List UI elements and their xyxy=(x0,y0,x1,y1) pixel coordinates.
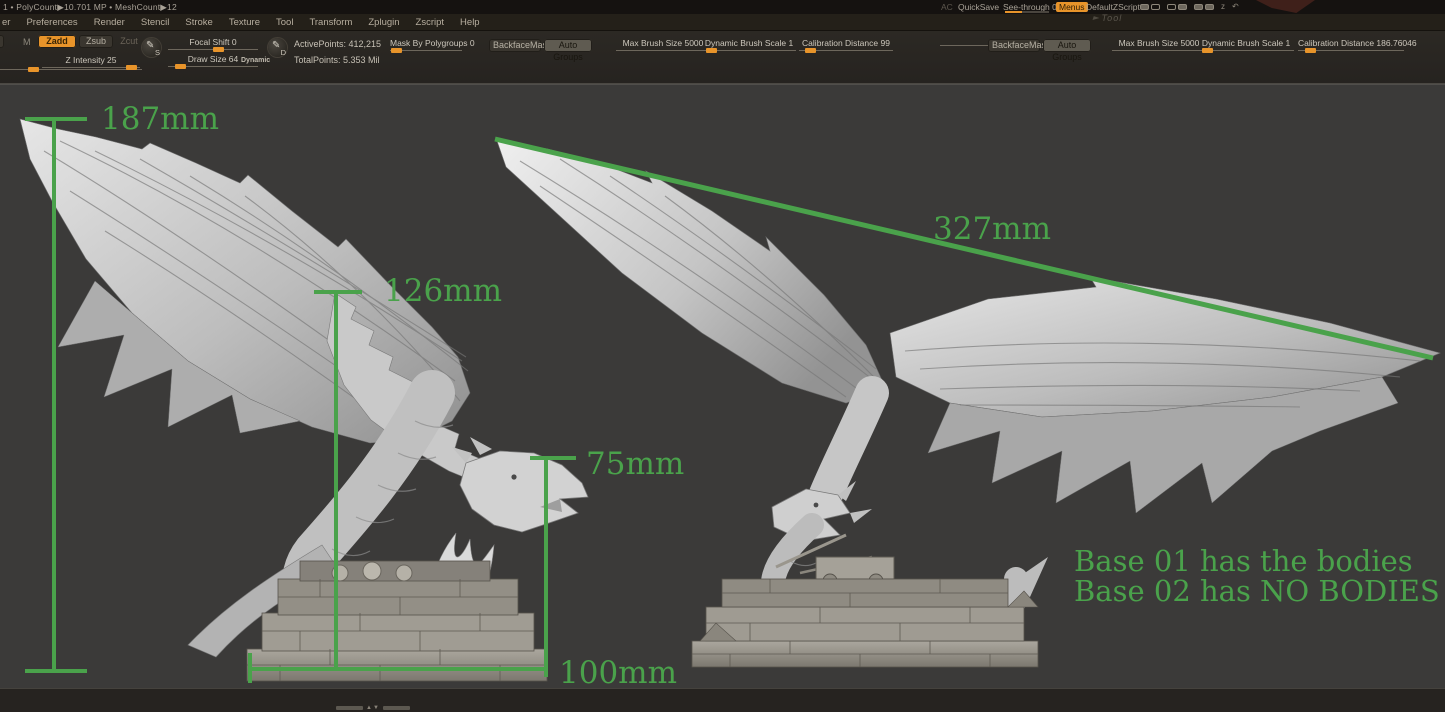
menu-item-render[interactable]: Render xyxy=(86,17,133,28)
right-model-left-wing xyxy=(497,141,886,403)
tray-bar-left[interactable] xyxy=(336,706,363,710)
menu-item-help[interactable]: Help xyxy=(452,17,488,28)
calibration-distance-slider-2[interactable]: Calibration Distance 186.76046 xyxy=(1298,38,1404,51)
left-model-base xyxy=(247,561,547,681)
zbrush-window: 1 • PolyCount▶10.701 MP • MeshCount▶12 A… xyxy=(0,0,1445,712)
zadd-button[interactable]: Zadd xyxy=(38,35,76,48)
z-shortcut-icon[interactable]: z xyxy=(1221,2,1225,11)
max-brush-size-slider-1[interactable]: Max Brush Size 5000 xyxy=(616,38,710,51)
note-line-1: Base 01 has the bodies xyxy=(1074,544,1413,578)
viewport-svg: 187mm 126mm 75mm 327mm 100mm Base 01 has… xyxy=(0,85,1445,689)
clipped-edge-button[interactable] xyxy=(0,35,4,48)
total-points-readout: TotalPoints: 5.353 Mil xyxy=(294,55,380,65)
m-mode-label[interactable]: M xyxy=(23,37,31,47)
auto-groups-button-1[interactable]: Auto Groups xyxy=(544,39,592,52)
backface-mask-button-1[interactable]: BackfaceMask xyxy=(489,39,541,52)
quicksave-button[interactable]: QuickSave xyxy=(958,2,999,12)
dimension-75-label: 75mm xyxy=(586,446,684,482)
ac-label: AC xyxy=(941,2,953,12)
tray-bar-right[interactable] xyxy=(383,706,410,710)
auto-groups-button-2[interactable]: Auto Groups xyxy=(1043,39,1091,52)
dimension-187-label: 187mm xyxy=(101,101,219,137)
right-model-neck xyxy=(824,393,872,499)
undo-icon[interactable]: ↶ xyxy=(1232,2,1239,11)
copy-doc-icon[interactable] xyxy=(1194,4,1214,10)
divider-left-icon[interactable] xyxy=(1140,4,1160,10)
dynamic-brush-scale-slider-2[interactable]: Dynamic Brush Scale 1 xyxy=(1198,38,1294,51)
max-brush-size-slider-2[interactable]: Max Brush Size 5000 xyxy=(1112,38,1206,51)
focal-shift-slider[interactable]: Focal Shift 0 xyxy=(168,37,258,50)
cursor-arrow-icon xyxy=(1093,16,1100,22)
overlapping-cursor-artifact xyxy=(1243,0,1315,13)
viewport-canvas[interactable]: 187mm 126mm 75mm 327mm 100mm Base 01 has… xyxy=(0,84,1445,688)
dimension-126-label: 126mm xyxy=(384,273,502,309)
rgb-intensity-track[interactable] xyxy=(0,69,142,70)
bottom-tray-bar: ▲▼ xyxy=(0,688,1445,712)
note-line-2: Base 02 has NO BODIES xyxy=(1074,574,1440,608)
menu-item-texture[interactable]: Texture xyxy=(221,17,268,28)
menu-item-stroke[interactable]: Stroke xyxy=(177,17,220,28)
menu-item-transform[interactable]: Transform xyxy=(301,17,360,28)
dynamic-brush-scale-slider-1[interactable]: Dynamic Brush Scale 1 xyxy=(702,38,796,51)
menu-bar: er Preferences Render Stencil Stroke Tex… xyxy=(0,14,1445,31)
active-points-readout: ActivePoints: 412,215 xyxy=(294,39,381,49)
tray-updown-arrows-icon[interactable]: ▲▼ xyxy=(366,705,380,711)
right-model-base xyxy=(692,579,1038,667)
divider-right-icon[interactable] xyxy=(1167,4,1187,10)
menu-item-stencil[interactable]: Stencil xyxy=(133,17,178,28)
title-bar: 1 • PolyCount▶10.701 MP • MeshCount▶12 A… xyxy=(0,0,1445,14)
top-shelf: M Zadd Zsub Zcut Z Intensity 25 ✎S Focal… xyxy=(0,31,1445,84)
default-zscript-button[interactable]: DefaultZScript xyxy=(1086,2,1140,12)
backface-mask-button-2[interactable]: BackfaceMask xyxy=(988,39,1040,52)
mask-by-polygroups-slider[interactable]: Mask By Polygroups 0 xyxy=(390,38,462,51)
zsub-button[interactable]: Zsub xyxy=(79,35,113,48)
menus-button[interactable]: Menus xyxy=(1056,2,1088,12)
dimension-100-label: 100mm xyxy=(559,655,677,689)
stroke-brush-icon[interactable]: ✎S xyxy=(142,38,161,57)
dimension-327-label: 327mm xyxy=(933,211,1051,247)
menu-item-zscript[interactable]: Zscript xyxy=(408,17,453,28)
see-through-slider[interactable] xyxy=(1005,11,1049,13)
left-model xyxy=(20,119,588,681)
menu-item-preferences[interactable]: Preferences xyxy=(18,17,85,28)
dynamic-mode-label[interactable]: Dynamic xyxy=(241,57,270,64)
menu-item-clipped[interactable]: er xyxy=(0,17,18,28)
titlebar-icon-strip: z ↶ xyxy=(1140,2,1239,11)
zcut-button[interactable]: Zcut xyxy=(114,35,144,48)
calibration-distance-slider-1[interactable]: Calibration Distance 99 xyxy=(799,38,893,51)
mouse-cursor: Tool xyxy=(1093,13,1122,23)
unlabeled-track[interactable] xyxy=(940,45,988,46)
document-stats: 1 • PolyCount▶10.701 MP • MeshCount▶12 xyxy=(3,2,177,13)
cursor-tool-label: Tool xyxy=(1102,13,1123,23)
draw-brush-icon[interactable]: ✎D xyxy=(268,38,287,57)
left-model-head xyxy=(452,437,588,532)
z-intensity-slider[interactable]: Z Intensity 25 xyxy=(42,55,140,68)
menu-item-tool[interactable]: Tool xyxy=(268,17,301,28)
menu-item-zplugin[interactable]: Zplugin xyxy=(360,17,407,28)
tray-resize-handle[interactable]: ▲▼ xyxy=(336,705,410,711)
